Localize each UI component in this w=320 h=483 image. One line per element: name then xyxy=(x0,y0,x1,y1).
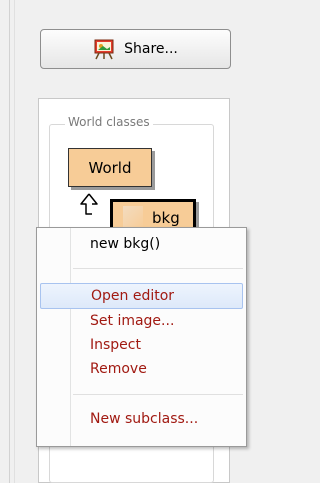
greenfoot-class-panel: Share... World classes World bkg new bkg… xyxy=(0,0,247,483)
share-button-label: Share... xyxy=(124,41,178,57)
context-menu: new bkg() Open editor Set image... Inspe… xyxy=(36,227,247,447)
divider-line xyxy=(14,0,15,483)
class-bkg-label: bkg xyxy=(152,209,180,227)
easel-picture-icon xyxy=(94,39,114,60)
class-world[interactable]: World xyxy=(68,148,152,187)
class-world-label: World xyxy=(88,158,132,177)
class-image-thumbnail xyxy=(123,206,143,228)
menu-item-remove[interactable]: Remove xyxy=(40,356,243,382)
menu-separator xyxy=(73,394,243,395)
menu-item-new-subclass[interactable]: New subclass... xyxy=(40,406,243,432)
menu-item-new-instance[interactable]: new bkg() xyxy=(40,231,243,257)
divider-line xyxy=(9,0,10,483)
menu-item-inspect[interactable]: Inspect xyxy=(40,332,243,358)
share-button[interactable]: Share... xyxy=(40,29,231,69)
menu-item-set-image[interactable]: Set image... xyxy=(40,308,243,334)
world-classes-label: World classes xyxy=(65,115,153,129)
menu-separator xyxy=(73,268,243,269)
menu-item-open-editor[interactable]: Open editor xyxy=(40,283,243,309)
hollow-up-arrow-icon xyxy=(80,193,98,215)
